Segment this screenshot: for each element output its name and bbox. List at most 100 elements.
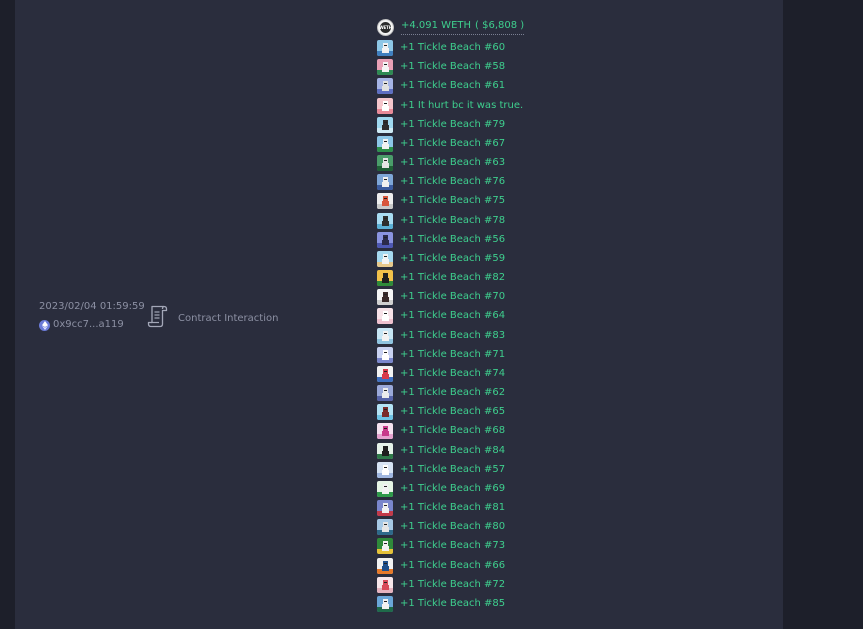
- nft-transfer-link[interactable]: +1 Tickle Beach #58: [400, 60, 505, 74]
- weth-transfer: WETH +4.091 WETH( $6,808 ): [377, 18, 525, 36]
- nft-transfer-row: +1 Tickle Beach #64: [377, 308, 505, 325]
- nft-transfer-row: +1 Tickle Beach #60: [377, 40, 505, 56]
- nft-thumbnail-icon: [377, 327, 393, 344]
- nft-thumbnail-icon: [377, 308, 393, 325]
- nft-transfer-row: +1 Tickle Beach #74: [377, 365, 505, 382]
- nft-transfer-row: +1 Tickle Beach #78: [377, 212, 505, 229]
- nft-thumbnail-icon: [377, 250, 393, 267]
- nft-transfer-row: +1 Tickle Beach #69: [377, 480, 505, 497]
- nft-transfer-row: +1 Tickle Beach #56: [377, 231, 505, 248]
- nft-thumbnail-icon: [377, 346, 393, 363]
- transaction-timestamp: 2023/02/04 01:59:59: [39, 301, 145, 312]
- nft-transfer-link[interactable]: +1 Tickle Beach #81: [400, 501, 505, 515]
- nft-transfer-row: +1 Tickle Beach #70: [377, 289, 505, 306]
- nft-transfer-row: +1 Tickle Beach #57: [377, 461, 505, 478]
- nft-thumbnail-icon: [377, 404, 393, 421]
- nft-transfer-link[interactable]: +1 Tickle Beach #83: [400, 329, 505, 343]
- weth-icon-text: WETH: [379, 21, 392, 33]
- nft-thumbnail-icon: [377, 538, 393, 555]
- nft-thumbnail-icon: [377, 174, 393, 191]
- nft-transfer-row: +1 Tickle Beach #80: [377, 519, 505, 536]
- weth-usd-value: ( $6,808 ): [475, 20, 525, 31]
- nft-transfer-link[interactable]: +1 Tickle Beach #75: [400, 194, 505, 208]
- nft-transfer-link[interactable]: +1 Tickle Beach #57: [400, 463, 505, 477]
- nft-transfer-link[interactable]: +1 Tickle Beach #85: [400, 597, 505, 611]
- nft-transfer-link[interactable]: +1 Tickle Beach #84: [400, 444, 505, 458]
- contract-interaction-label: Contract Interaction: [178, 312, 279, 324]
- nft-transfer-row: +1 Tickle Beach #59: [377, 250, 505, 267]
- nft-transfer-row: +1 Tickle Beach #68: [377, 423, 505, 440]
- nft-thumbnail-icon: [377, 116, 393, 133]
- nft-transfer-link[interactable]: +1 Tickle Beach #72: [400, 578, 505, 592]
- nft-transfer-row: +1 Tickle Beach #76: [377, 174, 505, 191]
- nft-transfer-row: +1 Tickle Beach #82: [377, 270, 505, 286]
- nft-transfer-link[interactable]: +1 Tickle Beach #65: [400, 405, 505, 419]
- nft-thumbnail-icon: [377, 289, 393, 306]
- nft-thumbnail-icon: [377, 40, 393, 56]
- nft-thumbnail-icon: [377, 423, 393, 440]
- nft-transfer-row: +1 Tickle Beach #62: [377, 385, 505, 402]
- nft-transfer-link[interactable]: +1 Tickle Beach #71: [400, 348, 505, 362]
- nft-transfer-link[interactable]: +1 It hurt bc it was true.: [400, 99, 523, 113]
- nft-transfer-link[interactable]: +1 Tickle Beach #68: [400, 424, 505, 438]
- nft-transfer-row: +1 Tickle Beach #73: [377, 538, 505, 555]
- nft-transfer-link[interactable]: +1 Tickle Beach #73: [400, 539, 505, 553]
- nft-thumbnail-icon: [377, 212, 393, 229]
- nft-transfer-row: +1 Tickle Beach #63: [377, 155, 505, 171]
- nft-transfer-row: +1 Tickle Beach #58: [377, 59, 505, 76]
- nft-transfer-link[interactable]: +1 Tickle Beach #67: [400, 137, 505, 151]
- nft-transfer-link[interactable]: +1 Tickle Beach #61: [400, 79, 505, 93]
- nft-transfer-link[interactable]: +1 Tickle Beach #62: [400, 386, 505, 400]
- nft-transfer-row: +1 Tickle Beach #75: [377, 193, 505, 210]
- transaction-meta: 2023/02/04 01:59:59 0x9cc7...a119: [39, 301, 145, 331]
- nft-transfer-link[interactable]: +1 Tickle Beach #80: [400, 520, 505, 534]
- nft-thumbnail-icon: [377, 500, 393, 517]
- nft-transfer-link[interactable]: +1 Tickle Beach #74: [400, 367, 505, 381]
- nft-transfer-link[interactable]: +1 Tickle Beach #66: [400, 559, 505, 573]
- contract-interaction: Contract Interaction: [147, 304, 278, 332]
- nft-transfer-link[interactable]: +1 Tickle Beach #82: [400, 271, 505, 285]
- nft-transfer-row: +1 Tickle Beach #67: [377, 135, 505, 152]
- nft-thumbnail-icon: [377, 480, 393, 497]
- nft-transfer-link[interactable]: +1 Tickle Beach #78: [400, 214, 505, 228]
- nft-transfer-row: +1 Tickle Beach #71: [377, 346, 505, 363]
- nft-thumbnail-icon: [377, 442, 393, 459]
- weth-icon: WETH: [377, 18, 394, 36]
- nft-transfer-link[interactable]: +1 Tickle Beach #64: [400, 309, 505, 323]
- nft-transfer-row: +1 Tickle Beach #66: [377, 557, 505, 574]
- address-row[interactable]: 0x9cc7...a119: [39, 319, 145, 331]
- nft-transfer-row: +1 Tickle Beach #79: [377, 116, 505, 133]
- nft-transfer-link[interactable]: +1 Tickle Beach #59: [400, 252, 505, 266]
- nft-transfer-link[interactable]: +1 Tickle Beach #60: [400, 41, 505, 55]
- nft-thumbnail-icon: [377, 595, 393, 612]
- nft-transfer-link[interactable]: +1 Tickle Beach #56: [400, 233, 505, 247]
- nft-transfer-link[interactable]: +1 Tickle Beach #63: [400, 156, 505, 170]
- nft-transfer-link[interactable]: +1 Tickle Beach #76: [400, 175, 505, 189]
- wallet-address-link[interactable]: 0x9cc7...a119: [53, 319, 124, 331]
- nft-thumbnail-icon: [377, 385, 393, 402]
- nft-transfer-row: +1 Tickle Beach #85: [377, 595, 505, 612]
- nft-transfer-link[interactable]: +1 Tickle Beach #79: [400, 118, 505, 132]
- scroll-icon: [147, 304, 169, 332]
- weth-amount-link[interactable]: +4.091 WETH( $6,808 ): [401, 19, 525, 35]
- nft-thumbnail-icon: [377, 519, 393, 536]
- nft-transfer-row: +1 Tickle Beach #72: [377, 576, 505, 593]
- nft-thumbnail-icon: [377, 365, 393, 382]
- nft-thumbnail-icon: [377, 135, 393, 152]
- nft-thumbnail-icon: [377, 576, 393, 593]
- nft-thumbnail-icon: [377, 557, 393, 574]
- nft-transfer-row: +1 Tickle Beach #65: [377, 404, 505, 421]
- nft-thumbnail-icon: [377, 461, 393, 478]
- nft-thumbnail-icon: [377, 231, 393, 248]
- nft-transfer-row: +1 Tickle Beach #61: [377, 78, 505, 95]
- ethereum-icon: [39, 319, 50, 331]
- nft-transfer-row: +1 It hurt bc it was true.: [377, 97, 523, 114]
- nft-thumbnail-icon: [377, 78, 393, 95]
- nft-thumbnail-icon: [377, 59, 393, 76]
- nft-transfer-row: +1 Tickle Beach #81: [377, 500, 505, 517]
- nft-transfer-row: +1 Tickle Beach #84: [377, 442, 505, 459]
- nft-transfer-link[interactable]: +1 Tickle Beach #69: [400, 482, 505, 496]
- weth-amount: +4.091 WETH: [401, 20, 472, 31]
- nft-transfer-link[interactable]: +1 Tickle Beach #70: [400, 290, 505, 304]
- nft-thumbnail-icon: [377, 155, 393, 171]
